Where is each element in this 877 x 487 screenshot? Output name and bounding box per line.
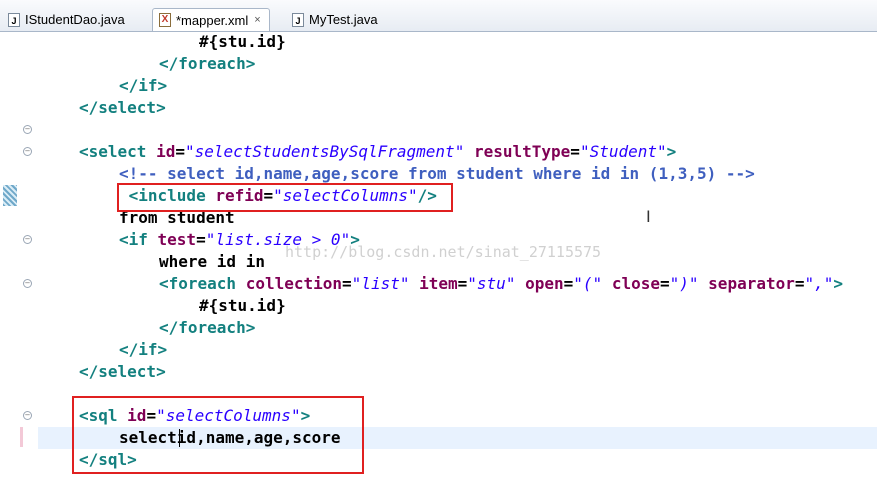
code-token: "(": [573, 274, 603, 293]
code-line: </foreach>: [159, 317, 255, 339]
code-line: </if>: [119, 75, 167, 97]
text-cursor-icon: I: [646, 207, 651, 226]
include-highlight-box: [117, 183, 453, 212]
code-token: >: [833, 274, 844, 293]
code-token: =: [457, 274, 468, 293]
code-token: =: [659, 274, 670, 293]
code-token: id: [156, 142, 176, 161]
code-token: =: [342, 274, 352, 293]
code-line: </if>: [119, 339, 167, 361]
code-line: </select>: [79, 361, 166, 383]
code-token: </foreach>: [159, 54, 256, 73]
code-token: </if>: [119, 76, 168, 95]
code-token: </select>: [79, 98, 166, 117]
code-token: </select>: [79, 362, 166, 381]
code-token: =: [175, 142, 185, 161]
code-token: #{stu.id}: [199, 32, 286, 51]
code-token: </if>: [119, 340, 168, 359]
code-token: <!-- select id,name,age,score from stude…: [119, 164, 755, 183]
code-token: collection: [245, 274, 343, 293]
code-token: =: [570, 142, 580, 161]
code-token: open: [525, 274, 564, 293]
code-line: </select>: [79, 97, 166, 119]
code-token: <foreach: [159, 274, 246, 293]
code-token: =: [563, 274, 574, 293]
code-token: "selectStudentsBySqlFragment": [184, 142, 465, 161]
code-token: =: [196, 230, 206, 249]
code-token: test: [157, 230, 197, 249]
code-token: >: [666, 142, 677, 161]
code-token: <if: [119, 230, 158, 249]
code-token: #{stu.id}: [199, 296, 286, 315]
code-token: </foreach>: [159, 318, 256, 337]
code-line: </foreach>: [159, 53, 255, 75]
code-token: "list": [351, 274, 410, 293]
watermark: http://blog.csdn.net/sinat_27115575: [285, 243, 602, 261]
code-token: ")": [669, 274, 699, 293]
code-token: "stu": [467, 274, 516, 293]
code-line: <select id="selectStudentsBySqlFragment"…: [79, 141, 676, 163]
code-line: #{stu.id}: [199, 295, 286, 317]
text-caret: [179, 429, 180, 447]
code-token: <select: [79, 142, 157, 161]
code-token: where id in: [159, 252, 265, 271]
code-token: =: [794, 274, 805, 293]
code-line: <!-- select id,name,age,score from stude…: [119, 163, 755, 185]
code-token: ",": [804, 274, 834, 293]
code-token: close: [611, 274, 660, 293]
code-line: <foreach collection="list" item="stu" op…: [159, 273, 843, 295]
code-token: "Student": [579, 142, 667, 161]
code-token: separator: [708, 274, 795, 293]
code-token: resultType: [473, 142, 571, 161]
code-line: #{stu.id}: [199, 31, 286, 53]
code-token: item: [419, 274, 458, 293]
sql-fragment-highlight-box: [72, 396, 364, 474]
code-line: where id in: [159, 251, 265, 273]
